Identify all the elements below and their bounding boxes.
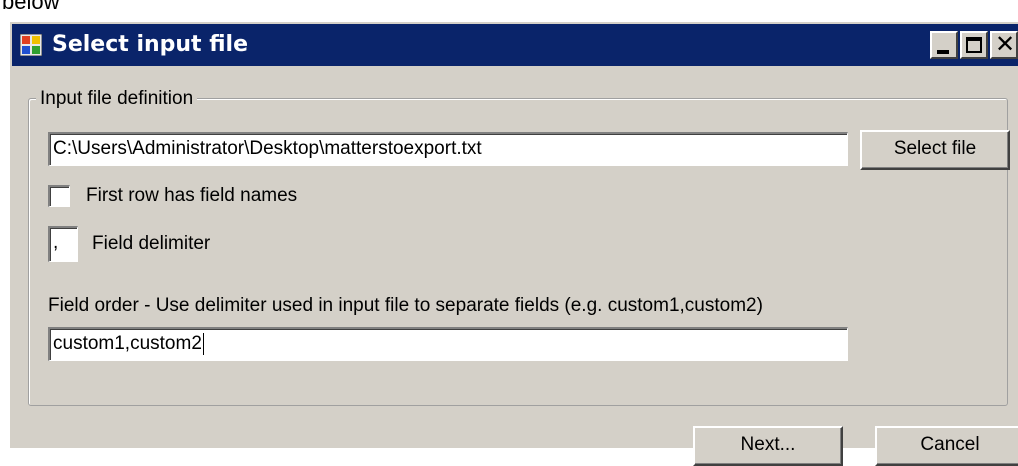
app-form-icon xyxy=(20,34,42,56)
field-order-label: Field order - Use delimiter used in inpu… xyxy=(48,295,763,316)
first-row-label: First row has field names xyxy=(86,185,298,206)
file-path-input[interactable]: C:\Users\Administrator\Desktop\mattersto… xyxy=(48,132,848,166)
file-path-value: C:\Users\Administrator\Desktop\mattersto… xyxy=(53,138,482,159)
cancel-button[interactable]: Cancel xyxy=(875,426,1018,466)
group-legend: Input file definition xyxy=(36,87,198,111)
close-icon: ✕ xyxy=(995,31,1016,58)
close-button[interactable]: ✕ xyxy=(990,31,1018,59)
minimize-icon xyxy=(937,50,949,54)
select-file-button[interactable]: Select file xyxy=(860,130,1010,170)
field-delimiter-input[interactable]: , xyxy=(48,226,78,262)
next-button[interactable]: Next... xyxy=(693,426,843,466)
field-delimiter-label: Field delimiter xyxy=(92,233,211,254)
maximize-icon xyxy=(966,37,982,53)
first-row-checkbox[interactable] xyxy=(48,185,70,207)
field-order-input[interactable]: custom1,custom2 xyxy=(48,327,848,361)
minimize-button[interactable] xyxy=(930,31,958,59)
dialog-window: Select input file ✕ Input file definitio… xyxy=(8,20,1018,466)
field-delimiter-value: , xyxy=(53,232,59,253)
window-title: Select input file xyxy=(52,32,249,57)
text-caret xyxy=(202,332,204,355)
maximize-button[interactable] xyxy=(960,31,988,59)
above-text: below xyxy=(2,0,60,14)
title-bar[interactable]: Select input file ✕ xyxy=(12,24,1018,66)
field-order-value: custom1,custom2 xyxy=(53,333,202,354)
